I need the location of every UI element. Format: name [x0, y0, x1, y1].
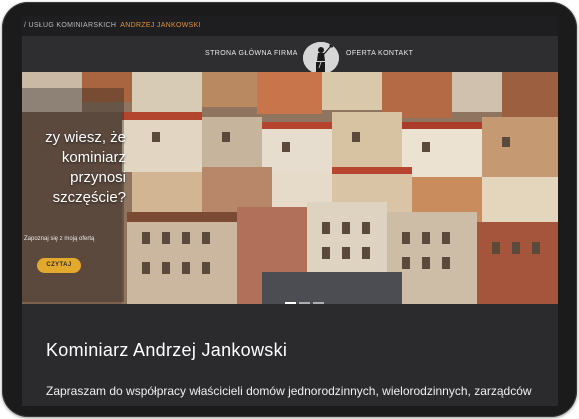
slider-indicators — [285, 291, 327, 304]
hero-slider: zy wiesz, że kominiarz przynosi szczęści… — [22, 72, 558, 304]
website-screen: / USŁUG KOMINIARSKICH ANDRZEJ JANKOWSKI S… — [22, 16, 558, 406]
page-title: Kominiarz Andrzej Jankowski — [46, 340, 288, 360]
top-bar-owner: ANDRZEJ JANKOWSKI — [120, 22, 201, 29]
tablet-frame: / USŁUG KOMINIARSKICH ANDRZEJ JANKOWSKI S… — [2, 2, 577, 417]
nav-item-contact[interactable]: KONTAKT — [378, 36, 413, 72]
read-more-button[interactable]: CZYTAJ — [37, 258, 81, 273]
hero-title: zy wiesz, że kominiarz przynosi szczęści… — [45, 129, 126, 206]
chimney-sweep-logo[interactable] — [303, 42, 339, 74]
chimney-sweep-logo-icon — [303, 42, 339, 74]
top-bar-prefix: / USŁUG KOMINIARSKICH — [24, 22, 117, 29]
main-navigation: STRONA GŁÓWNA FIRMA OFERTA KONTAKT — [22, 36, 558, 74]
intro-text: Zapraszam do współpracy właścicieli domó… — [46, 384, 532, 398]
nav-item-home[interactable]: STRONA GŁÓWNA — [205, 36, 272, 72]
intro-section: Kominiarz Andrzej Jankowski Zapraszam do… — [22, 304, 558, 406]
nav-item-company[interactable]: FIRMA — [274, 36, 298, 72]
nav-item-offer[interactable]: OFERTA — [346, 36, 376, 72]
top-bar: / USŁUG KOMINIARSKICH ANDRZEJ JANKOWSKI — [22, 16, 558, 36]
hero-subtitle: Zapoznaj się z moją ofertą — [24, 236, 95, 242]
